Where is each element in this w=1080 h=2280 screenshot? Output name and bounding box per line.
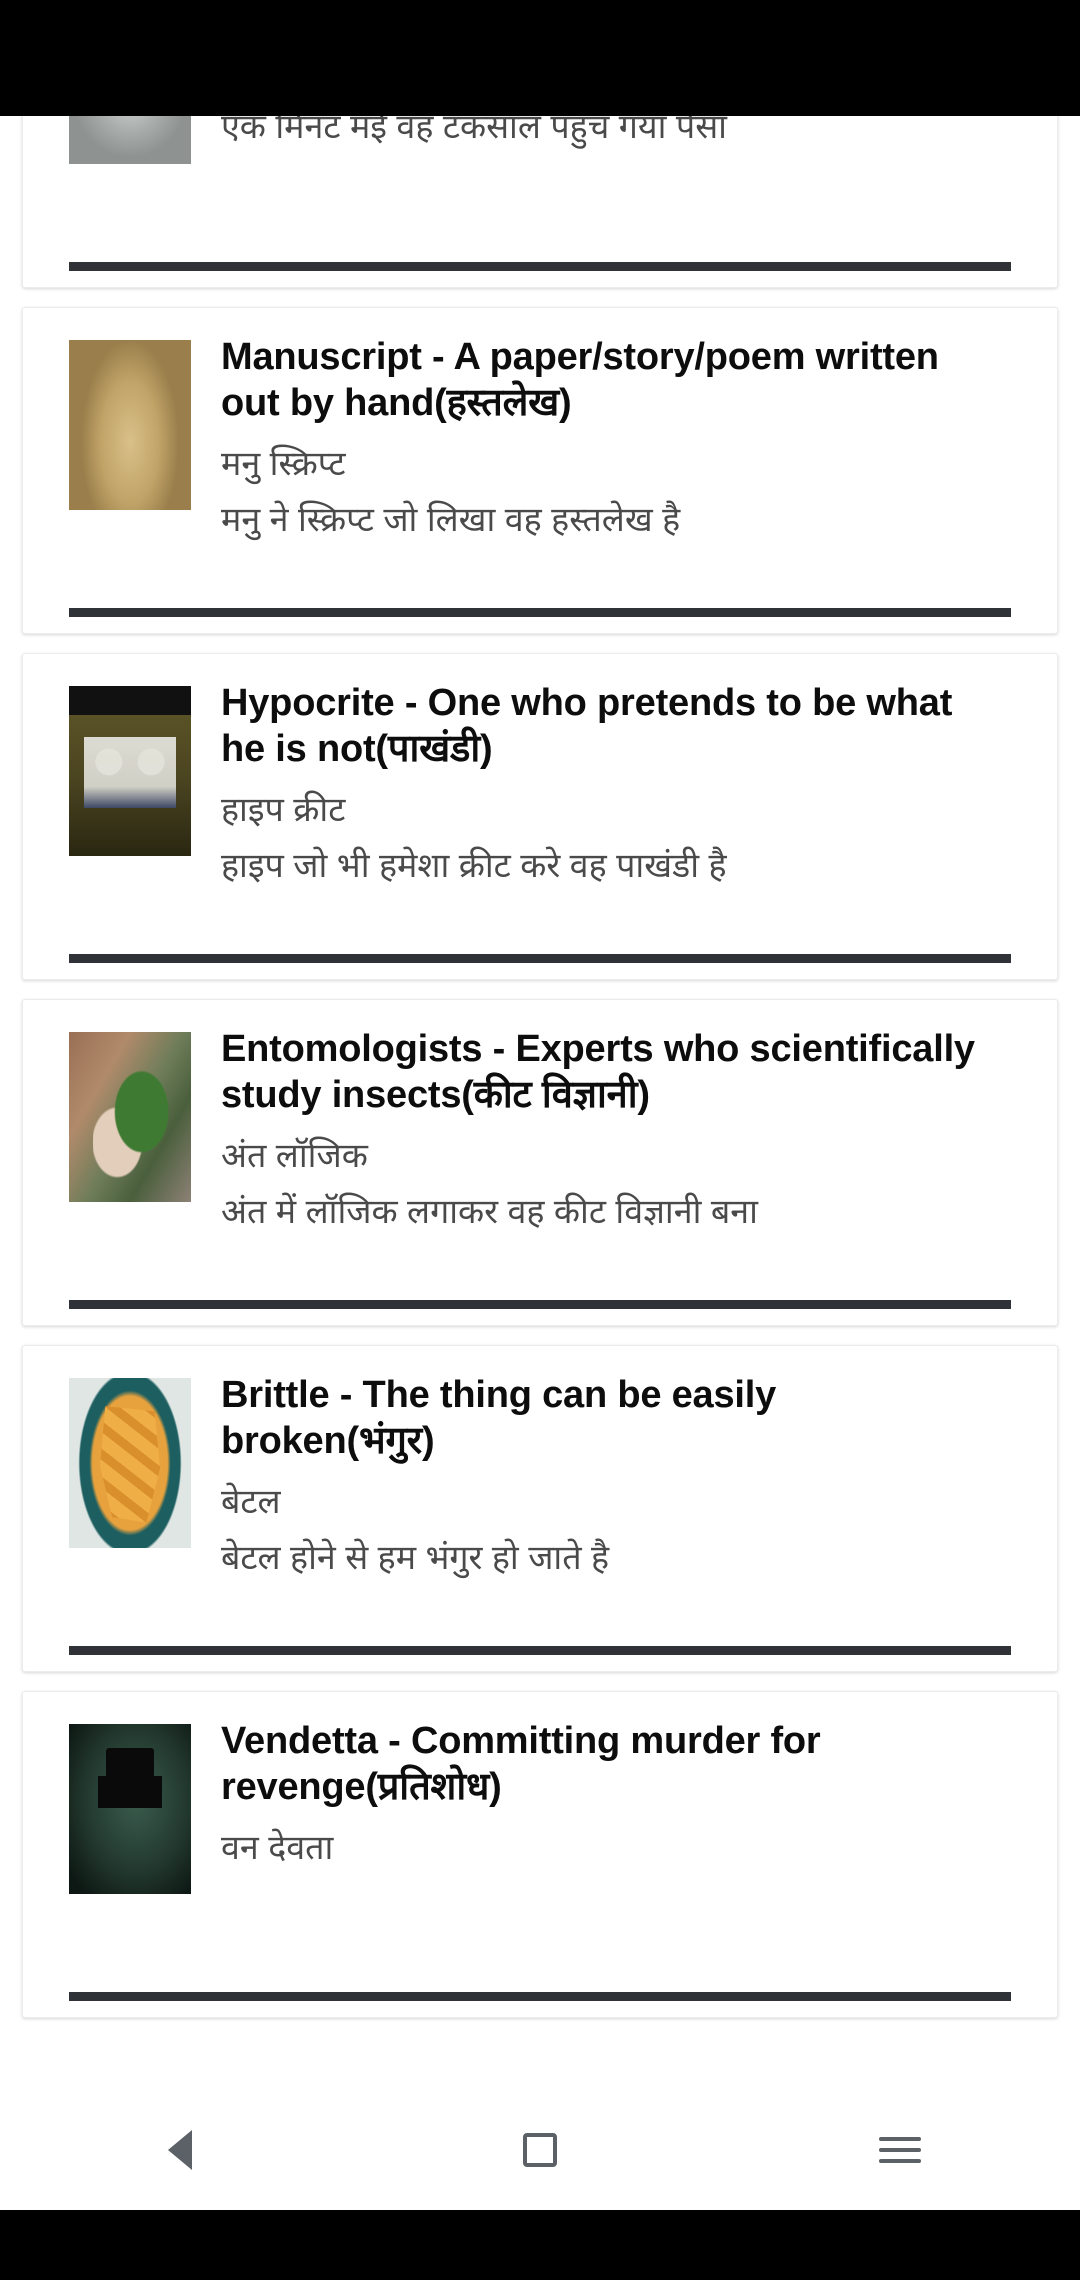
card-thumbnail-image [69,686,191,856]
card-body: Manuscript - A paper/story/poem written … [23,334,1057,582]
flashcard-item[interactable]: Manuscript - A paper/story/poem written … [22,307,1058,634]
card-divider-rule [69,608,1011,617]
card-text-block: Entomologists - Experts who scientifical… [221,1026,1057,1236]
card-title: Entomologists - Experts who scientifical… [221,1028,975,1117]
nav-back-button[interactable] [105,2105,255,2195]
nav-recents-button[interactable] [825,2105,975,2195]
card-mnemonic: मनु स्क्रिप्ट [221,444,346,483]
card-sentence: बेटल होने से हम भंगुर हो जाते है [221,1538,610,1577]
card-body: Entomologists - Experts who scientifical… [23,1026,1057,1274]
card-mnemonic: अंत लॉजिक [221,1136,368,1175]
card-title: Vendetta - Committing murder for revenge… [221,1720,821,1809]
card-text-block: Brittle - The thing can be easily broken… [221,1372,1057,1582]
card-text-block: Manuscript - A paper/story/poem written … [221,334,1057,544]
recents-menu-icon [879,2130,921,2170]
card-body: coined(टकसाल) मिनट एक मिनट मई वह टकसाल प… [23,116,1057,236]
card-divider-rule [69,1300,1011,1309]
flashcard-item[interactable]: Entomologists - Experts who scientifical… [22,999,1058,1326]
card-title: Manuscript - A paper/story/poem written … [221,336,939,425]
card-mnemonic: हाइप क्रीट [221,790,346,829]
card-list: coined(टकसाल) मिनट एक मिनट मई वह टकसाल प… [0,116,1080,2037]
card-text-block: Vendetta - Committing murder for revenge… [221,1718,1057,1882]
card-sentence: एक मिनट मई वह टकसाल पहुंच गया पैसा [221,116,727,147]
home-square-icon [523,2133,557,2167]
card-divider-rule [69,262,1011,271]
card-sentence: मनु ने स्क्रिप्ट जो लिखा वह हस्तलेख है [221,500,681,539]
flashcard-item[interactable]: Brittle - The thing can be easily broken… [22,1345,1058,1672]
card-text-block: Hypocrite - One who pretends to be what … [221,680,1057,890]
card-title: Hypocrite - One who pretends to be what … [221,682,953,771]
card-divider-rule [69,954,1011,963]
card-thumbnail-image [69,116,191,164]
back-triangle-icon [168,2130,192,2170]
card-text-block: coined(टकसाल) मिनट एक मिनट मई वह टकसाल प… [221,116,1057,151]
status-bar [0,0,1080,116]
card-title: Brittle - The thing can be easily broken… [221,1374,777,1463]
card-mnemonic: वन देवता [221,1828,334,1867]
card-sentence: हाइप जो भी हमेशा क्रीट करे वह पाखंडी है [221,846,727,885]
flashcard-scroll-list[interactable]: coined(टकसाल) मिनट एक मिनट मई वह टकसाल प… [0,116,1080,2090]
card-body: Hypocrite - One who pretends to be what … [23,680,1057,928]
phone-screen: coined(टकसाल) मिनट एक मिनट मई वह टकसाल प… [0,0,1080,2280]
card-divider-rule [69,1992,1011,2001]
flashcard-item[interactable]: Vendetta - Committing murder for revenge… [22,1691,1058,2018]
card-mnemonic: बेटल [221,1482,281,1521]
card-body: Brittle - The thing can be easily broken… [23,1372,1057,1620]
card-sentence: अंत में लॉजिक लगाकर वह कीट विज्ञानी बना [221,1192,758,1231]
card-thumbnail-image [69,1724,191,1894]
card-thumbnail-image [69,340,191,510]
card-divider-rule [69,1646,1011,1655]
card-thumbnail-image [69,1378,191,1548]
android-navigation-bar [0,2090,1080,2210]
flashcard-item[interactable]: Hypocrite - One who pretends to be what … [22,653,1058,980]
card-thumbnail-image [69,1032,191,1202]
bottom-black-bar [0,2210,1080,2280]
card-body: Vendetta - Committing murder for revenge… [23,1718,1057,1966]
flashcard-item[interactable]: coined(टकसाल) मिनट एक मिनट मई वह टकसाल प… [22,116,1058,288]
nav-home-button[interactable] [465,2105,615,2195]
